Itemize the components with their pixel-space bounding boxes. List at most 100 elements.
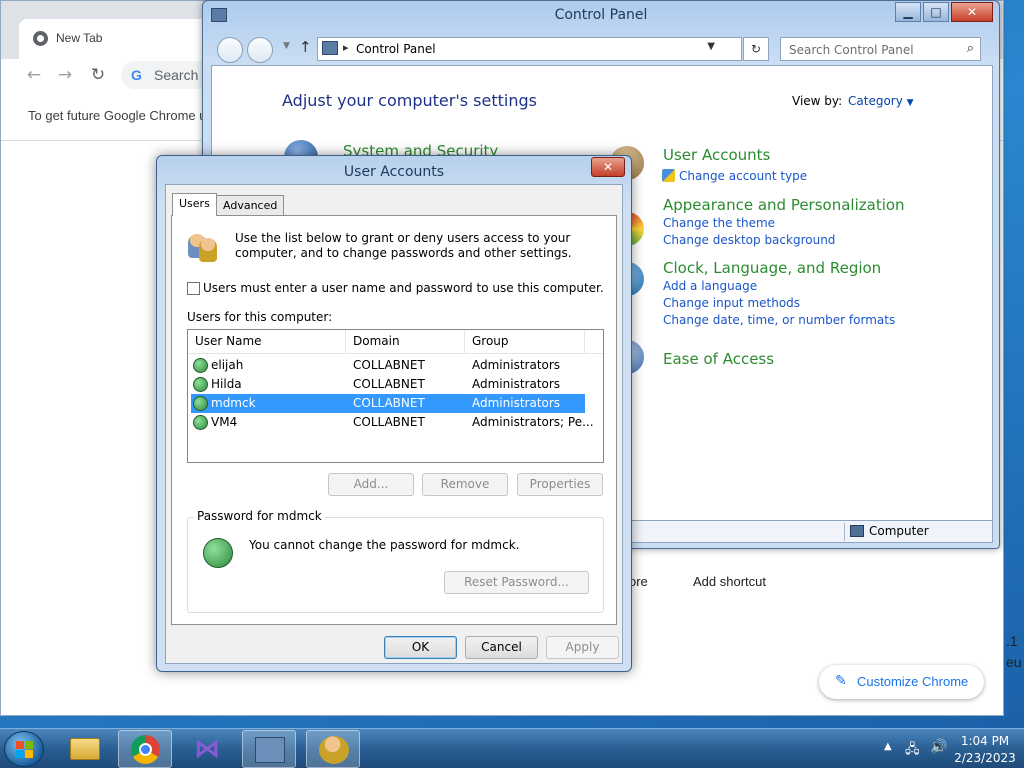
cell-domain: COLLABNET bbox=[353, 415, 425, 429]
ok-button[interactable]: OK bbox=[384, 636, 457, 659]
forward-arrow-icon[interactable]: → bbox=[54, 65, 76, 85]
close-button[interactable]: ✕ bbox=[951, 2, 993, 22]
add-shortcut-label[interactable]: Add shortcut bbox=[693, 574, 766, 589]
column-header-group[interactable]: Group bbox=[465, 330, 585, 354]
page-title: Adjust your computer's settings bbox=[282, 91, 537, 110]
chrome-tab-new-tab[interactable]: New Tab bbox=[19, 19, 219, 59]
cancel-button[interactable]: Cancel bbox=[465, 636, 538, 659]
uac-shield-icon bbox=[662, 169, 675, 182]
windows-logo-icon bbox=[16, 741, 34, 759]
back-button[interactable] bbox=[217, 37, 243, 63]
clock[interactable]: 1:04 PM 2/23/2023 bbox=[952, 732, 1018, 766]
taskbar-chrome[interactable] bbox=[118, 730, 172, 768]
password-message: You cannot change the password for mdmck… bbox=[249, 538, 520, 552]
clock-time: 1:04 PM bbox=[960, 734, 1010, 748]
category-appearance[interactable]: Appearance and Personalization bbox=[663, 196, 905, 214]
breadcrumb-chevron-icon[interactable]: ▸ bbox=[343, 41, 349, 54]
show-hidden-icons-button[interactable]: ▲ bbox=[884, 741, 892, 752]
view-by-label: View by: bbox=[792, 94, 843, 108]
computer-icon bbox=[850, 525, 864, 537]
add-button[interactable]: Add... bbox=[328, 473, 414, 496]
pencil-icon: ✎ bbox=[835, 673, 847, 689]
require-password-label[interactable]: Users must enter a user name and passwor… bbox=[203, 281, 604, 295]
close-button[interactable]: ✕ bbox=[591, 157, 625, 177]
link-change-account-type[interactable]: Change account type bbox=[679, 169, 807, 183]
tab-users[interactable]: Users bbox=[172, 193, 217, 216]
users-list[interactable]: User Name Domain Group elijah COLLABNET … bbox=[187, 329, 604, 463]
chevron-down-icon[interactable]: ▼ bbox=[707, 41, 715, 52]
require-password-checkbox[interactable] bbox=[187, 282, 200, 295]
cell-user-name: VM4 bbox=[211, 415, 238, 429]
taskbar-visual-studio[interactable]: ⋈ bbox=[181, 730, 235, 768]
intro-text: Use the list below to grant or deny user… bbox=[235, 231, 572, 260]
users-icon bbox=[186, 230, 218, 262]
start-button[interactable] bbox=[4, 731, 44, 767]
forward-button[interactable] bbox=[247, 37, 273, 63]
properties-button[interactable]: Properties bbox=[517, 473, 603, 496]
cell-domain: COLLABNET bbox=[353, 396, 425, 410]
network-icon[interactable]: 🖧 bbox=[905, 740, 920, 762]
search-placeholder: Search Control Panel bbox=[789, 43, 914, 57]
user-icon bbox=[193, 415, 208, 430]
tab-advanced[interactable]: Advanced bbox=[216, 195, 285, 215]
visual-studio-icon: ⋈ bbox=[194, 734, 220, 764]
table-row[interactable]: Hilda COLLABNET Administrators bbox=[191, 375, 585, 394]
maximize-button[interactable]: □ bbox=[923, 2, 949, 22]
minimize-button[interactable]: ▁ bbox=[895, 2, 921, 22]
user-icon bbox=[193, 396, 208, 411]
customize-chrome-button[interactable]: ✎ Customize Chrome bbox=[819, 665, 984, 699]
password-group-title: Password for mdmck bbox=[194, 509, 325, 523]
cell-group: Administrators bbox=[472, 377, 561, 391]
infobar-text: To get future Google Chrome u bbox=[28, 108, 207, 123]
search-icon[interactable]: ⌕ bbox=[967, 41, 974, 56]
google-g-icon: G bbox=[131, 67, 142, 83]
table-row[interactable]: VM4 COLLABNET Administrators; Pe... bbox=[191, 413, 594, 432]
up-arrow-icon[interactable]: ↑ bbox=[299, 38, 312, 56]
column-header-domain[interactable]: Domain bbox=[346, 330, 465, 354]
link-change-desktop-background[interactable]: Change desktop background bbox=[663, 233, 835, 247]
folder-icon bbox=[70, 738, 100, 760]
category-ease-of-access[interactable]: Ease of Access bbox=[663, 350, 774, 368]
cell-user-name: Hilda bbox=[211, 377, 242, 391]
link-change-date-time-formats[interactable]: Change date, time, or number formats bbox=[663, 313, 895, 327]
table-row-selected[interactable]: mdmck COLLABNET Administrators bbox=[191, 394, 585, 413]
cell-group: Administrators bbox=[472, 358, 561, 372]
link-change-input-methods[interactable]: Change input methods bbox=[663, 296, 800, 310]
user-icon bbox=[203, 538, 233, 568]
search-input[interactable]: Search Control Panel ⌕ bbox=[780, 37, 981, 61]
cell-group: Administrators; Pe... bbox=[472, 415, 594, 429]
remove-button[interactable]: Remove bbox=[422, 473, 508, 496]
column-header-filler bbox=[585, 330, 603, 354]
link-add-language[interactable]: Add a language bbox=[663, 279, 757, 293]
address-bar-area: ▼ ↑ ▸ Control Panel ▼ ↻ Search Control P… bbox=[211, 35, 993, 65]
customize-chrome-label: Customize Chrome bbox=[857, 674, 969, 689]
reset-password-button[interactable]: Reset Password... bbox=[444, 571, 589, 594]
recent-pages-chevron-icon[interactable]: ▼ bbox=[283, 41, 290, 51]
refresh-button[interactable]: ↻ bbox=[743, 37, 769, 61]
volume-icon[interactable]: 🔊 bbox=[930, 739, 947, 755]
user-accounts-dialog: User Accounts ✕ Users Advanced Use the l… bbox=[156, 155, 632, 672]
window-title: Control Panel bbox=[554, 7, 648, 23]
control-panel-icon bbox=[322, 41, 338, 55]
control-panel-icon bbox=[255, 737, 285, 763]
cell-user-name: elijah bbox=[211, 358, 244, 372]
reload-icon[interactable]: ↻ bbox=[87, 65, 109, 85]
category-user-accounts[interactable]: User Accounts bbox=[663, 146, 770, 164]
users-tab-body: Use the list below to grant or deny user… bbox=[171, 215, 617, 625]
link-change-theme[interactable]: Change the theme bbox=[663, 216, 775, 230]
column-header-user-name[interactable]: User Name bbox=[188, 330, 346, 354]
taskbar-user-accounts[interactable] bbox=[306, 730, 360, 768]
edge-text-1: .1 bbox=[1006, 633, 1018, 649]
address-field[interactable]: ▸ Control Panel ▼ bbox=[317, 37, 742, 61]
back-arrow-icon[interactable]: ← bbox=[23, 65, 45, 85]
apply-button[interactable]: Apply bbox=[546, 636, 619, 659]
taskbar-file-explorer[interactable] bbox=[58, 730, 112, 768]
category-clock-language-region[interactable]: Clock, Language, and Region bbox=[663, 259, 881, 277]
taskbar-control-panel[interactable] bbox=[242, 730, 296, 768]
chevron-down-icon: ▼ bbox=[906, 98, 914, 108]
chrome-logo-icon bbox=[131, 735, 160, 764]
table-row[interactable]: elijah COLLABNET Administrators bbox=[191, 356, 585, 375]
breadcrumb-text[interactable]: Control Panel bbox=[356, 42, 436, 56]
cell-domain: COLLABNET bbox=[353, 377, 425, 391]
view-by-dropdown[interactable]: Category ▼ bbox=[848, 94, 914, 108]
